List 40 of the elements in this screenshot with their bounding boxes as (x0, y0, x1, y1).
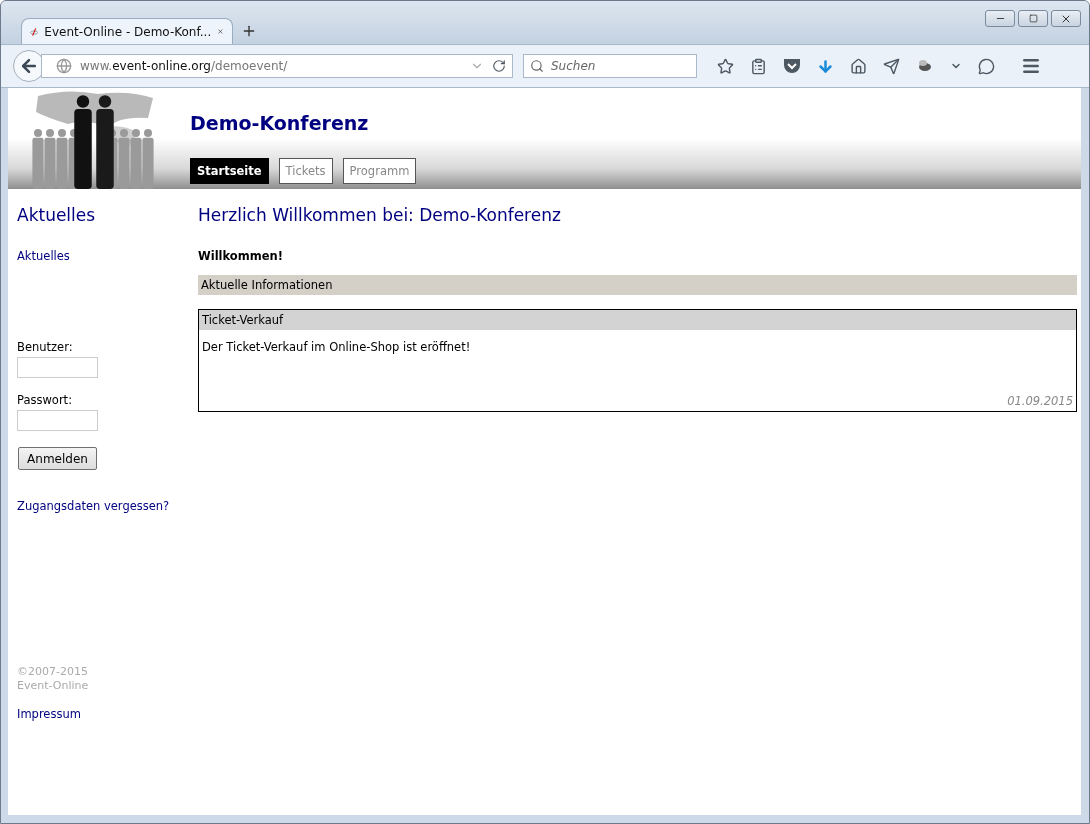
clipboard-icon[interactable] (750, 57, 767, 75)
download-icon[interactable] (817, 57, 834, 75)
user-label: Benutzer: (17, 340, 74, 354)
page-heading: Herzlich Willkommen bei: Demo-Konferenz (198, 205, 562, 225)
url-text: www.event-online.org/demoevent/ (80, 59, 289, 73)
copyright-text: ©2007-2015 Event-Online (17, 665, 90, 693)
login-button[interactable]: Anmelden (18, 447, 97, 470)
news-title: Ticket-Verkauf (199, 310, 1076, 330)
section-header: Aktuelle Informationen (198, 275, 1077, 295)
pocket-icon[interactable] (783, 58, 801, 74)
sidebar-link[interactable]: Aktuelles (17, 249, 183, 263)
password-field[interactable] (17, 410, 98, 431)
nav-tab[interactable]: Tickets (278, 158, 333, 184)
forgot-link[interactable]: Zugangsdaten vergessen? (17, 499, 183, 513)
impressum-link[interactable]: Impressum (17, 707, 183, 721)
globe-icon (56, 58, 72, 74)
site-title: Demo-Konferenz (190, 112, 370, 136)
news-text: Der Ticket-Verkauf im Online-Shop ist eröffnet! (201, 339, 472, 356)
sidebar-heading: Aktuelles (17, 205, 97, 225)
password-label: Passwort: (17, 393, 73, 407)
intro-text: Willkommen! (198, 249, 284, 263)
menu-icon[interactable] (1021, 56, 1041, 76)
search-field[interactable]: Suchen (523, 54, 697, 78)
chat-icon[interactable] (978, 57, 995, 75)
tab-title: Event-Online - Demo-Konf... (44, 24, 212, 39)
search-icon (530, 59, 544, 73)
browser-tab[interactable]: Event-Online - Demo-Konf... (21, 18, 233, 44)
send-icon[interactable] (883, 57, 900, 75)
maximize-icon (1028, 14, 1038, 23)
star-icon[interactable] (717, 57, 734, 75)
reload-icon[interactable] (492, 59, 506, 73)
address-field[interactable]: www.event-online.org/demoevent/ (41, 54, 513, 78)
nav-tab[interactable]: Programm (342, 158, 417, 184)
close-button[interactable] (1051, 10, 1081, 27)
nav-tab[interactable]: Startseite (190, 158, 269, 184)
new-tab-button[interactable] (241, 23, 257, 39)
news-date: 01.09.2015 (1006, 394, 1074, 410)
home-icon[interactable] (850, 57, 867, 75)
user-field[interactable] (17, 357, 98, 378)
minimize-button[interactable] (985, 10, 1015, 27)
